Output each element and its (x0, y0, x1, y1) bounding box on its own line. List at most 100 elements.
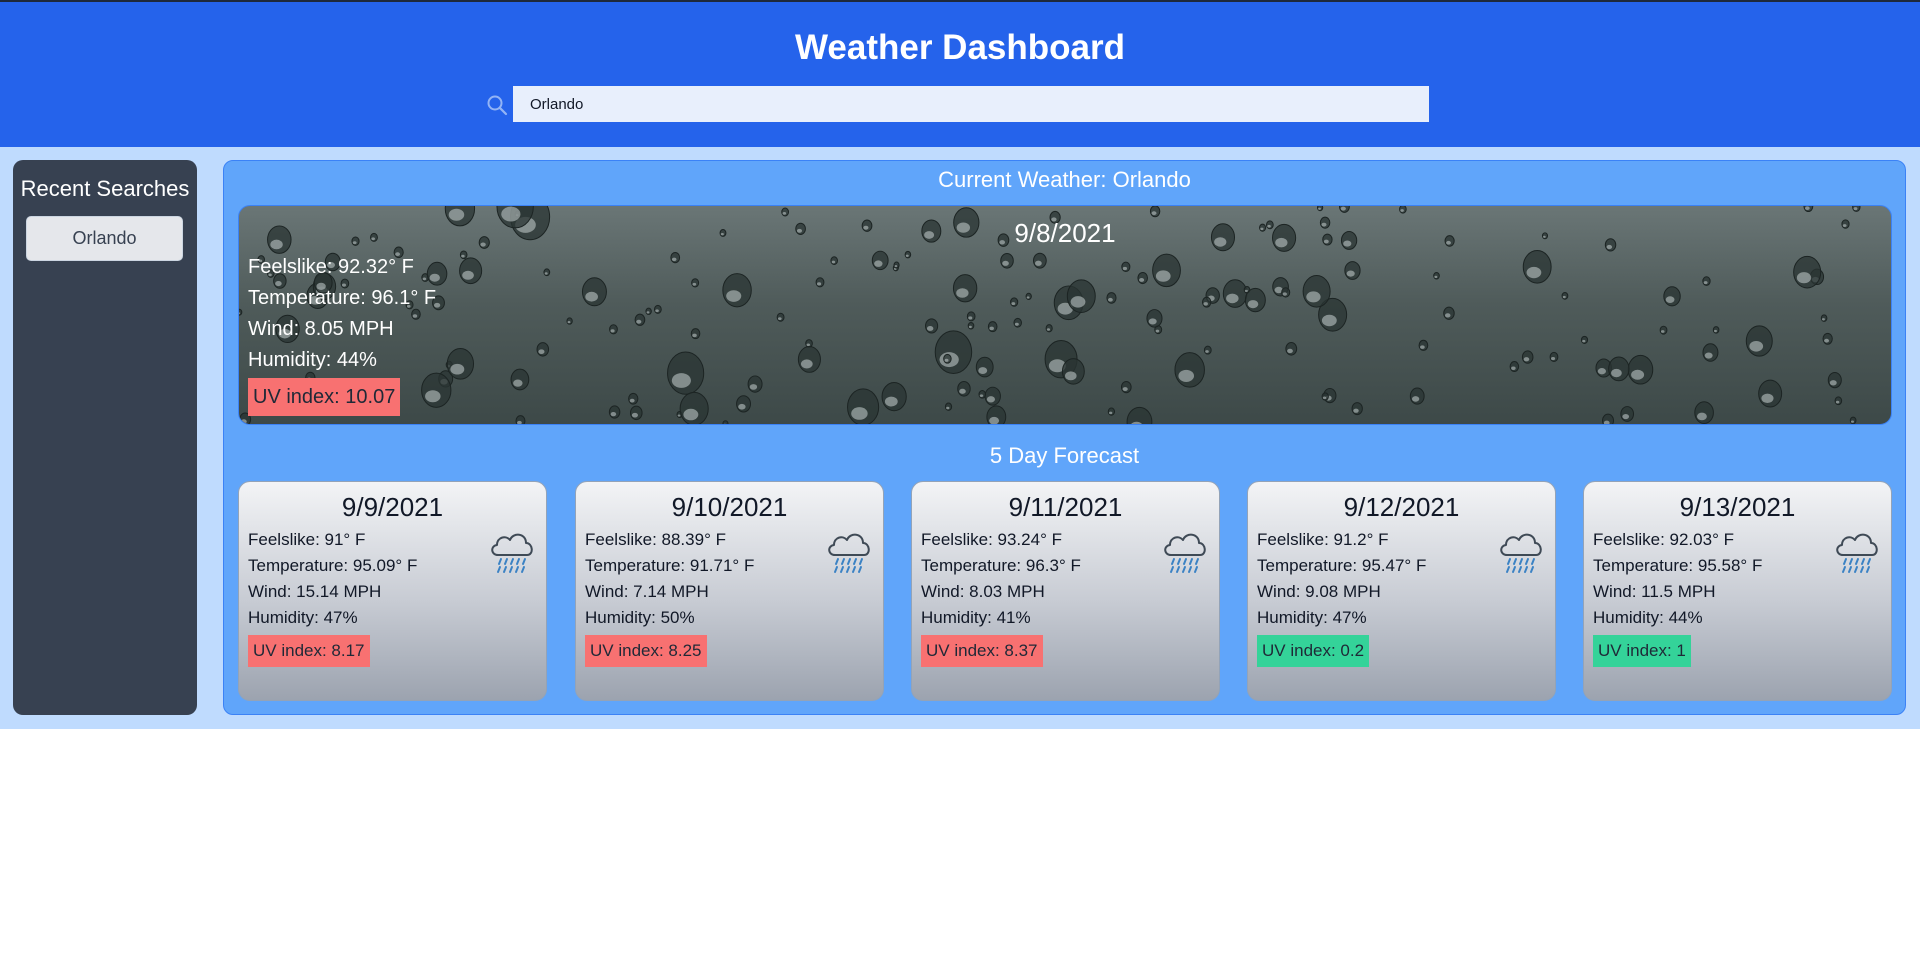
rain-drop (1712, 326, 1720, 334)
forecast-humidity: Humidity: 47% (248, 608, 358, 627)
rain-drop (986, 405, 1007, 424)
rain-drop (1013, 317, 1022, 328)
recent-search-button[interactable]: Orlando (26, 216, 183, 261)
rain-drop (1126, 406, 1153, 424)
rain-drop (1521, 350, 1534, 364)
rain-drop (653, 304, 662, 314)
rain-drop (952, 274, 978, 303)
rain-drop (515, 415, 526, 424)
forecast-stats: Feelslike: 88.39° F Temperature: 91.71° … (585, 527, 754, 667)
rain-drop (1663, 286, 1681, 307)
forecast-feelslike: Feelslike: 91° F (248, 530, 366, 549)
forecast-temperature: Temperature: 96.3° F (921, 556, 1081, 575)
rain-drop (1608, 356, 1630, 382)
rain-drop (1509, 361, 1520, 373)
forecast-uv-badge: UV index: 8.17 (248, 635, 370, 667)
rain-drop (459, 257, 483, 285)
rain-drop (1418, 339, 1429, 351)
forecast-feelslike: Feelslike: 88.39° F (585, 530, 726, 549)
rain-drop (1758, 379, 1783, 408)
rain-drop (1317, 206, 1324, 212)
current-weather-title: Current Weather: Orlando (938, 167, 1191, 192)
rain-drop (815, 277, 825, 288)
rain-drop (1285, 341, 1298, 356)
rain-drop (1061, 358, 1085, 385)
rain-drop (830, 256, 838, 265)
rain-drop (1344, 261, 1361, 280)
rain-drop (1045, 324, 1053, 333)
rain-drop (1580, 335, 1589, 344)
forecast-card: 9/10/2021 Feelslike: 88.39° F Temperatur… (575, 481, 884, 701)
rain-drop (934, 330, 973, 374)
forecast-card: 9/11/2021 Feelslike: 93.24° F Temperatur… (911, 481, 1220, 701)
rain-drop (1000, 252, 1014, 269)
rain-drop (510, 368, 530, 391)
rain-drop (1443, 306, 1455, 320)
sidebar-title: Recent Searches (20, 176, 190, 201)
forecast-date: 9/9/2021 (341, 492, 444, 522)
rain-drop (1399, 206, 1407, 214)
forecast-feelslike: Feelslike: 93.24° F (921, 530, 1062, 549)
forecast-title: 5 Day Forecast (989, 443, 1140, 468)
rain-drop (925, 318, 939, 334)
search-input[interactable] (513, 86, 1429, 122)
rain-drop (1620, 406, 1635, 422)
rain-drop (966, 311, 976, 322)
rain-drop (1302, 275, 1331, 308)
rain-drop (1281, 287, 1291, 298)
forecast-date: 9/11/2021 (1008, 492, 1123, 522)
rain-drop (722, 420, 729, 424)
rain-drop (1149, 206, 1161, 218)
rain-drop (691, 278, 700, 288)
rain-drop (645, 307, 652, 315)
rain-drop (1433, 271, 1440, 280)
rain-drop (667, 351, 705, 395)
forecast-uv-badge: UV index: 8.25 (585, 635, 707, 667)
rain-drop (1222, 279, 1248, 308)
rain-drop (904, 250, 912, 259)
rain-cloud-icon (1164, 533, 1206, 573)
rain-drop (679, 391, 709, 424)
forecast-uv-badge: UV index: 1 (1593, 635, 1691, 667)
rain-drop (943, 353, 952, 364)
forecast-humidity: Humidity: 50% (585, 608, 695, 627)
weather-content: Current Weather: Orlando 9/8/2021 Feelsl… (223, 160, 1906, 715)
rain-drop (1351, 402, 1363, 416)
sidebar: Recent Searches Orlando (13, 160, 197, 715)
rain-drop (1522, 250, 1552, 284)
rain-drop (1702, 276, 1711, 286)
rain-drop (670, 251, 681, 264)
rain-drop (1025, 292, 1032, 301)
rain-cloud-icon (1836, 533, 1878, 573)
forecast-date: 9/12/2021 (1343, 492, 1460, 522)
forecast-humidity: Humidity: 41% (921, 608, 1031, 627)
rain-drop (459, 250, 468, 260)
forecast-stats: Feelslike: 93.24° F Temperature: 96.3° F… (921, 527, 1081, 667)
current-stats: Feelslike: 92.32° F Temperature: 96.1° F… (248, 252, 436, 416)
rain-drop (1549, 351, 1559, 362)
rain-drop (781, 207, 790, 217)
forecast-temperature: Temperature: 91.71° F (585, 556, 755, 575)
rain-drop (1010, 297, 1019, 307)
forecast-wind: Wind: 11.5 MPH (1593, 582, 1716, 601)
rain-drop (1339, 206, 1350, 213)
rain-drop (1822, 332, 1833, 345)
rain-drop (747, 375, 763, 393)
forecast-date: 9/10/2021 (671, 492, 788, 522)
rain-drop (1203, 345, 1212, 355)
rain-drop (1321, 392, 1329, 401)
forecast-stats: Feelslike: 92.03° F Temperature: 95.58° … (1593, 527, 1762, 667)
rain-drop (1561, 291, 1569, 300)
forecast-stats: Feelslike: 91.2° F Temperature: 95.47° F… (1257, 527, 1426, 667)
rain-drop (893, 261, 900, 269)
rain-drop (1137, 271, 1148, 285)
forecast-uv-badge: UV index: 0.2 (1257, 635, 1370, 667)
rain-drop (1694, 401, 1714, 424)
rain-drop (536, 342, 550, 357)
forecast-wind: Wind: 8.03 MPH (921, 582, 1045, 601)
current-feelslike: Feelslike: 92.32° F (248, 256, 414, 278)
rain-drop (690, 328, 701, 340)
forecast-temperature: Temperature: 95.47° F (1257, 556, 1427, 575)
rain-cloud-icon (491, 533, 533, 573)
rain-drop (1852, 206, 1861, 212)
